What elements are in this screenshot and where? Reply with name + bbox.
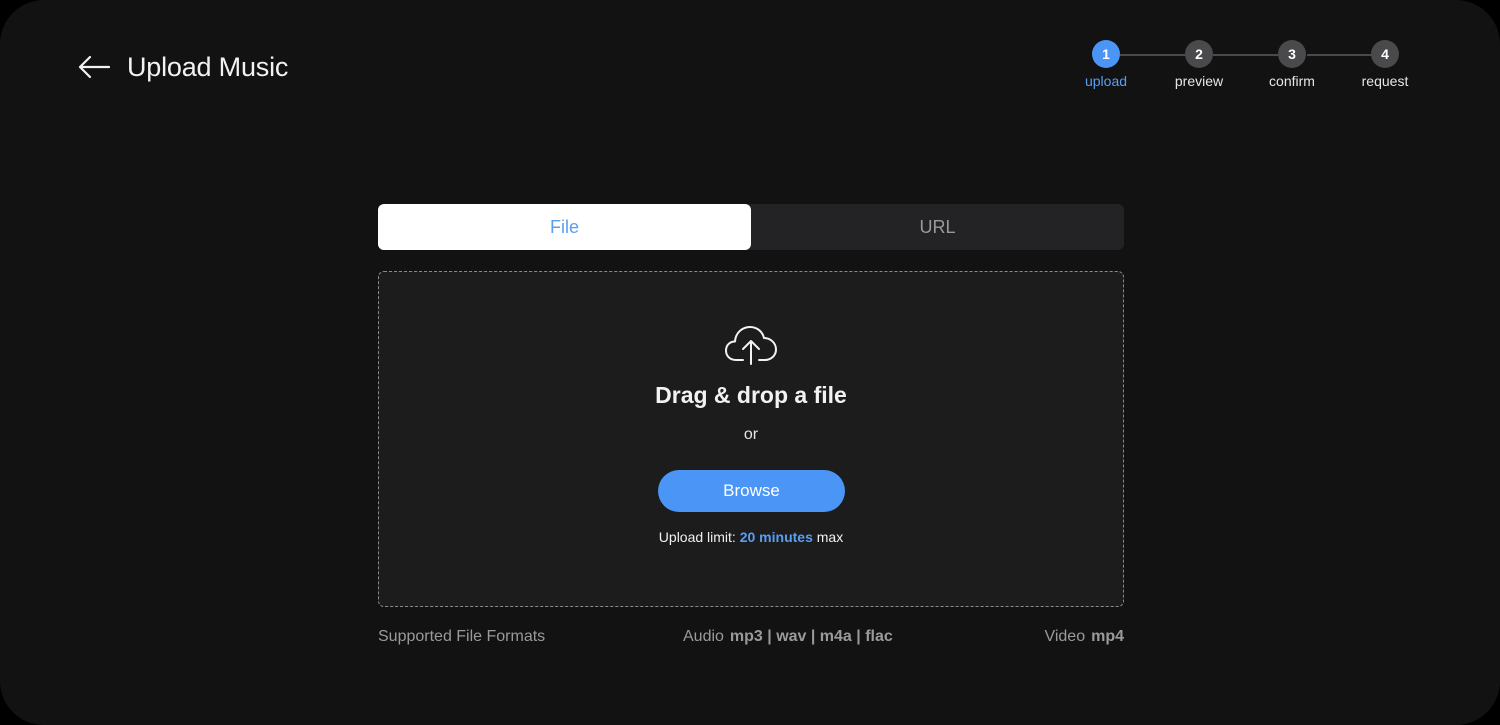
step-request: 4 request	[1340, 40, 1430, 89]
tab-url[interactable]: URL	[751, 204, 1124, 250]
drop-title: Drag & drop a file	[655, 382, 847, 408]
step-label: upload	[1084, 73, 1128, 89]
upload-music-window: Upload Music 1 upload 2 preview 3 confir…	[0, 0, 1500, 725]
upload-limit-prefix: Upload limit:	[658, 529, 736, 545]
step-number: 4	[1371, 40, 1399, 68]
or-separator: or	[743, 426, 759, 443]
source-tabs: File URL	[378, 204, 1124, 250]
file-drop-zone[interactable]: Drag & drop a file or Browse Upload limi…	[378, 271, 1124, 607]
audio-label: Audio	[683, 628, 724, 645]
video-formats: Video mp4	[1044, 628, 1124, 646]
step-number: 1	[1092, 40, 1120, 68]
audio-values: mp3 | wav | m4a | flac	[729, 628, 893, 645]
progress-stepper: 1 upload 2 preview 3 confirm 4 request	[1062, 40, 1452, 100]
audio-formats: Audio mp3 | wav | m4a | flac	[683, 628, 893, 646]
supported-formats: Supported File Formats Audio mp3 | wav | …	[378, 628, 1124, 650]
upload-limit: Upload limit: 20 minutes max	[379, 529, 1123, 545]
arrow-left-icon	[78, 55, 111, 79]
step-preview: 2 preview	[1154, 40, 1244, 89]
step-confirm: 3 confirm	[1247, 40, 1337, 89]
step-upload: 1 upload	[1061, 40, 1151, 89]
step-number: 3	[1278, 40, 1306, 68]
step-number: 2	[1185, 40, 1213, 68]
tab-file[interactable]: File	[378, 204, 751, 250]
step-label: confirm	[1269, 73, 1315, 89]
upload-limit-value: 20 minutes	[739, 529, 813, 545]
formats-label: Supported File Formats	[378, 628, 546, 645]
video-label: Video	[1044, 628, 1086, 645]
back-button[interactable]	[76, 52, 112, 82]
page-title: Upload Music	[127, 52, 289, 82]
video-values: mp4	[1091, 628, 1124, 645]
cloud-upload-icon	[725, 326, 777, 365]
step-label: request	[1361, 73, 1409, 89]
browse-button[interactable]: Browse	[658, 470, 845, 512]
step-label: preview	[1174, 73, 1224, 89]
upload-limit-suffix: max	[816, 529, 844, 545]
